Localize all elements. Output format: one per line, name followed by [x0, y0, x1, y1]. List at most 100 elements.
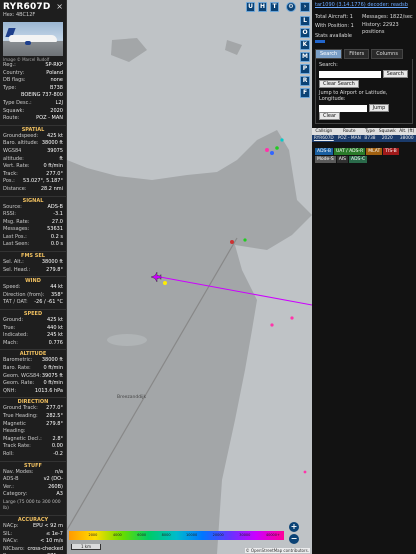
jump-button[interactable]: Jump	[368, 104, 390, 112]
place-label: Breezanddijk	[117, 395, 147, 400]
zoom-out-button[interactable]: −	[289, 534, 299, 544]
section-title-speed: SPEED	[0, 309, 66, 317]
detail-row-value: 358°	[50, 291, 63, 298]
info-row-value: Poland	[46, 69, 63, 76]
source-chip: ADS-B	[315, 148, 333, 155]
detail-row-value: ADS-B	[47, 203, 63, 210]
map-button-l[interactable]: L	[300, 16, 310, 26]
search-input[interactable]	[319, 70, 381, 78]
detail-row: NACv: < 10 m/s	[0, 538, 66, 546]
detail-row-value: 39075 ft	[41, 372, 63, 379]
tab-columns[interactable]: Columns	[371, 49, 403, 59]
table-row[interactable]: RYR607D POZ - MAN B738 2020 38000	[312, 135, 416, 142]
map-canvas[interactable]	[67, 0, 312, 554]
clear-jump-button[interactable]: Clear	[319, 112, 341, 120]
map-button-p[interactable]: P	[300, 64, 310, 74]
right-panel: tar1090 (3.14.1776) decoder: readsb Tota…	[312, 0, 416, 554]
land-north	[67, 0, 312, 215]
detail-row: TAT / OAT: -26 / -61 °C	[0, 299, 66, 307]
detail-row-value: 279.8°	[46, 420, 63, 427]
detail-row: ADS-B Ver.: v2 (DO-260B)	[0, 476, 66, 491]
detail-row-value: cross-checked	[27, 545, 63, 552]
column-header[interactable]: Squawk	[377, 128, 398, 135]
map-button-m[interactable]: M	[300, 52, 310, 62]
detail-row-label: Msg. Rate:	[3, 218, 30, 225]
detail-row: Indicated: 245 kt	[0, 332, 66, 340]
detail-row-value: 425 kt	[47, 132, 63, 139]
detail-row-label: Barometric:	[3, 357, 33, 364]
detail-row-label: Messages:	[3, 226, 30, 233]
column-header[interactable]: Type	[362, 128, 378, 135]
detail-row: Ground: 425 kt	[0, 317, 66, 325]
detail-row-value: 425 kt	[47, 317, 63, 324]
section-title-stuff: STUFF	[0, 460, 66, 469]
info-row-value: L2J	[55, 99, 63, 106]
detail-row-label: WGS84 altitude:	[3, 147, 24, 162]
detail-row-label: Track:	[3, 170, 18, 177]
detail-row-label: NACv:	[3, 538, 18, 545]
receiver-dot	[163, 281, 167, 285]
map-button-k[interactable]: K	[300, 40, 310, 50]
zoom-in-button[interactable]: +	[289, 522, 299, 532]
detail-row-label: True Heading:	[3, 412, 38, 419]
detail-row: Groundspeed: 425 kt	[0, 133, 66, 141]
detail-row: True Heading: 282.5°	[0, 413, 66, 421]
info-row-label: Reg.:	[3, 62, 16, 68]
section-title-spatial: SPATIAL	[0, 124, 66, 133]
afsluitdijk-road	[67, 237, 238, 531]
cell-squawk: 2020	[377, 135, 398, 142]
toolbar-button-h[interactable]: H	[258, 2, 267, 12]
map-button-r[interactable]: R	[300, 76, 310, 86]
search-button[interactable]: Search	[382, 70, 408, 78]
detail-row-label: Last Pos.:	[3, 233, 27, 240]
detail-row-value: < 10 m/s	[40, 538, 63, 545]
chevron-right-icon[interactable]: ›	[300, 2, 310, 12]
map-button-f[interactable]: F	[300, 88, 310, 98]
column-header[interactable]: Alt. (ft)	[397, 128, 416, 135]
stats-link[interactable]: Stats available	[315, 33, 362, 40]
detail-row: WGS84 altitude: 39075 ft	[0, 148, 66, 163]
detail-row-value: 277.0°	[46, 405, 63, 412]
detail-row-value: 0 ft/min	[43, 380, 63, 387]
detail-row-label: True:	[3, 324, 16, 331]
detail-row: SIL: ≤ 1e-7	[0, 531, 66, 539]
aircraft-photo[interactable]	[3, 22, 63, 56]
detail-row-value: A3	[56, 491, 63, 498]
detail-row: NACp: EPU < 92 m	[0, 523, 66, 531]
version-link[interactable]: tar1090 (3.14.1776) decoder: readsb	[315, 2, 408, 8]
detail-row-value: 0.0 s	[50, 241, 63, 248]
column-header[interactable]: Route	[335, 128, 363, 135]
detail-row: Sel. Head.: 279.8°	[0, 267, 66, 275]
detail-row-label: Source:	[3, 203, 22, 210]
clear-search-button[interactable]: Clear Search	[319, 80, 359, 88]
close-icon[interactable]: ×	[56, 2, 63, 11]
detail-row-label: Baro. Rate:	[3, 365, 31, 371]
detail-row-value: 0.776	[48, 339, 63, 346]
map-view[interactable]: U H T ⚙ › L O K M P R F Breezanddijk + −…	[67, 0, 312, 554]
detail-row: Roll: -0.2	[0, 451, 66, 459]
detail-row-value: 44 kt	[50, 284, 63, 291]
history-count: History: 22923 positions	[362, 22, 399, 35]
toolbar-button-t[interactable]: T	[270, 2, 279, 12]
map-button-o[interactable]: O	[300, 28, 310, 38]
aircraft-marker	[230, 240, 234, 244]
aircraft-marker	[290, 316, 294, 320]
jump-label: Jump to Airport or Latitude, Longitude:	[319, 90, 388, 102]
detail-row: Vert. Rate: 0 ft/min	[0, 163, 66, 171]
detail-row-label: Pos.:	[3, 178, 15, 185]
settings-gear-icon[interactable]: ⚙	[286, 2, 296, 12]
tab-search[interactable]: Search	[315, 49, 343, 59]
detail-row: Distance: 28.2 nmi	[0, 186, 66, 194]
tab-filters[interactable]: Filters	[344, 49, 370, 59]
info-row-value: none	[50, 77, 63, 84]
toolbar-button-u[interactable]: U	[246, 2, 255, 12]
altitude-tick-label: 4000	[112, 533, 122, 537]
map-attribution[interactable]: © OpenStreetMap contributors.	[244, 548, 310, 553]
jump-input[interactable]	[319, 104, 367, 112]
detail-row-label: Geom. Rate:	[3, 380, 35, 387]
detail-row-label: Speed:	[3, 284, 21, 291]
detail-row-value: n/a	[55, 468, 63, 475]
info-row-label: DB flags:	[3, 77, 26, 84]
callsign-title[interactable]: RYR607D	[3, 2, 63, 12]
column-header[interactable]: Callsign	[312, 128, 336, 135]
